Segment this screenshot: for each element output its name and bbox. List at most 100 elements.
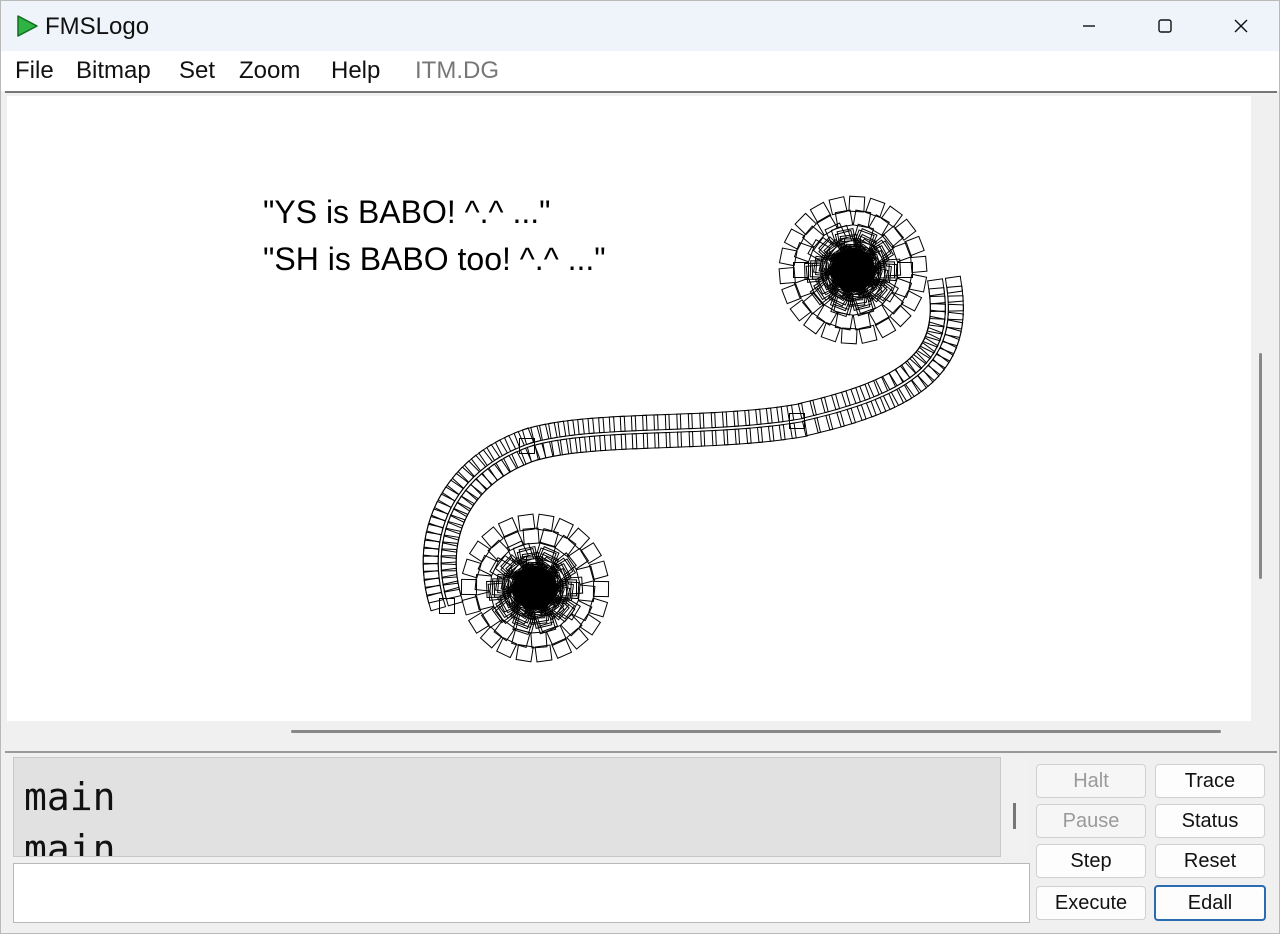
- fmslogo-window: FMSLogo File Bitmap Set Zoom Help ITM.DG…: [0, 0, 1280, 934]
- pause-button[interactable]: Pause: [1036, 804, 1146, 838]
- turtle-square: [676, 412, 693, 430]
- fmslogo-app-icon: [17, 15, 38, 37]
- turtle-square: [744, 408, 762, 427]
- turtle-cluster-core: [513, 566, 557, 610]
- turtle-square: [778, 266, 796, 285]
- turtle-square: [794, 212, 818, 236]
- turtle-square: [834, 209, 854, 229]
- turtle-square: [687, 412, 705, 430]
- turtle-square: [755, 407, 773, 426]
- menu-bitmap[interactable]: Bitmap: [76, 57, 151, 85]
- halt-button[interactable]: Halt: [1036, 764, 1146, 798]
- turtle-square: [946, 285, 964, 303]
- turtle-square: [756, 425, 775, 443]
- turtle-square: [888, 304, 912, 328]
- execute-button[interactable]: Execute: [1036, 886, 1146, 920]
- turtle-square: [688, 430, 706, 448]
- drawing-canvas[interactable]: "YS is BABO! ^.^ ..." "SH is BABO too! ^…: [7, 96, 1251, 721]
- turtle-square: [910, 255, 928, 274]
- title-bar[interactable]: FMSLogo: [1, 1, 1279, 51]
- turtle-square: [880, 205, 903, 228]
- turtle-square: [700, 429, 717, 447]
- turtle-square: [577, 417, 595, 436]
- turtle-square: [944, 275, 963, 294]
- turtle-square: [836, 407, 857, 428]
- history-line-2[interactable]: main: [24, 830, 116, 856]
- command-history[interactable]: main main: [13, 757, 1001, 857]
- status-button[interactable]: Status: [1155, 804, 1265, 838]
- turtle-square: [676, 430, 694, 448]
- history-line-1[interactable]: main: [24, 778, 116, 816]
- turtle-square: [710, 411, 728, 429]
- step-button[interactable]: Step: [1036, 844, 1146, 878]
- turtle-square: [874, 372, 897, 394]
- turtle-square: [840, 327, 858, 345]
- turtle-square: [789, 299, 812, 322]
- turtle-square: [630, 414, 648, 432]
- turtle-square: [460, 578, 478, 596]
- close-button[interactable]: [1203, 1, 1279, 51]
- turtle-square: [900, 289, 923, 312]
- turtle-square: [481, 526, 504, 549]
- turtle-square: [468, 540, 492, 563]
- turtle-square: [721, 410, 739, 428]
- menu-set[interactable]: Set: [179, 57, 215, 85]
- turtle-square: [642, 432, 660, 449]
- window-title: FMSLogo: [45, 13, 150, 40]
- turtle-square: [609, 433, 627, 451]
- reset-button[interactable]: Reset: [1155, 844, 1265, 878]
- turtle-square: [723, 428, 741, 446]
- menu-status-label: ITM.DG: [415, 57, 499, 84]
- menu-zoom[interactable]: Zoom: [239, 57, 300, 85]
- turtle-square: [894, 218, 917, 241]
- turtle-square: [642, 414, 659, 431]
- turtle-square: [587, 416, 605, 435]
- turtle-square: [733, 409, 751, 427]
- turtle-square: [592, 580, 610, 598]
- turtle-square: [653, 413, 670, 431]
- trace-button[interactable]: Trace: [1155, 764, 1265, 798]
- turtle-square: [631, 432, 649, 450]
- turtle-square: [588, 434, 607, 453]
- command-input[interactable]: [13, 863, 1030, 923]
- turtle-cluster-core: [831, 248, 875, 292]
- turtle-drawing: [422, 195, 965, 663]
- turtle-square: [882, 388, 905, 411]
- canvas-vertical-scrollbar[interactable]: [1259, 353, 1262, 579]
- turtle-square: [502, 450, 525, 473]
- turtle-square: [479, 626, 503, 649]
- menu-file[interactable]: File: [15, 57, 54, 85]
- turtle-square: [778, 422, 797, 441]
- turtle-square: [711, 429, 729, 447]
- turtle-square: [848, 195, 866, 213]
- turtle-square: [654, 431, 671, 449]
- turtle-square: [494, 434, 517, 457]
- turtle-square: [927, 278, 946, 297]
- turtle-square: [922, 326, 944, 348]
- history-scrollbar-thumb[interactable]: [1013, 803, 1016, 829]
- turtle-square: [765, 406, 784, 424]
- turtle-square: [578, 435, 597, 454]
- turtle-square: [947, 295, 964, 312]
- turtle-square: [620, 433, 638, 450]
- turtle-square: [452, 495, 475, 518]
- turtle-square: [745, 426, 764, 444]
- maximize-button[interactable]: [1127, 1, 1203, 51]
- maximize-icon: [1158, 19, 1172, 33]
- turtle-square: [803, 312, 826, 335]
- turtle-square: [734, 427, 752, 445]
- turtle-square: [598, 416, 616, 434]
- minimize-button[interactable]: [1051, 1, 1127, 51]
- turtle-square: [864, 197, 886, 219]
- turtle-square: [665, 431, 683, 449]
- turtle-square: [846, 404, 867, 425]
- turtle-square: [664, 413, 682, 431]
- turtle-square: [567, 418, 585, 437]
- menu-help[interactable]: Help: [331, 57, 380, 85]
- turtle-square: [783, 228, 806, 251]
- turtle-square: [578, 613, 602, 636]
- turtle-square: [567, 527, 591, 550]
- turtle-square: [599, 434, 617, 452]
- edall-button[interactable]: Edall: [1154, 885, 1266, 921]
- canvas-horizontal-scrollbar[interactable]: [291, 730, 1221, 733]
